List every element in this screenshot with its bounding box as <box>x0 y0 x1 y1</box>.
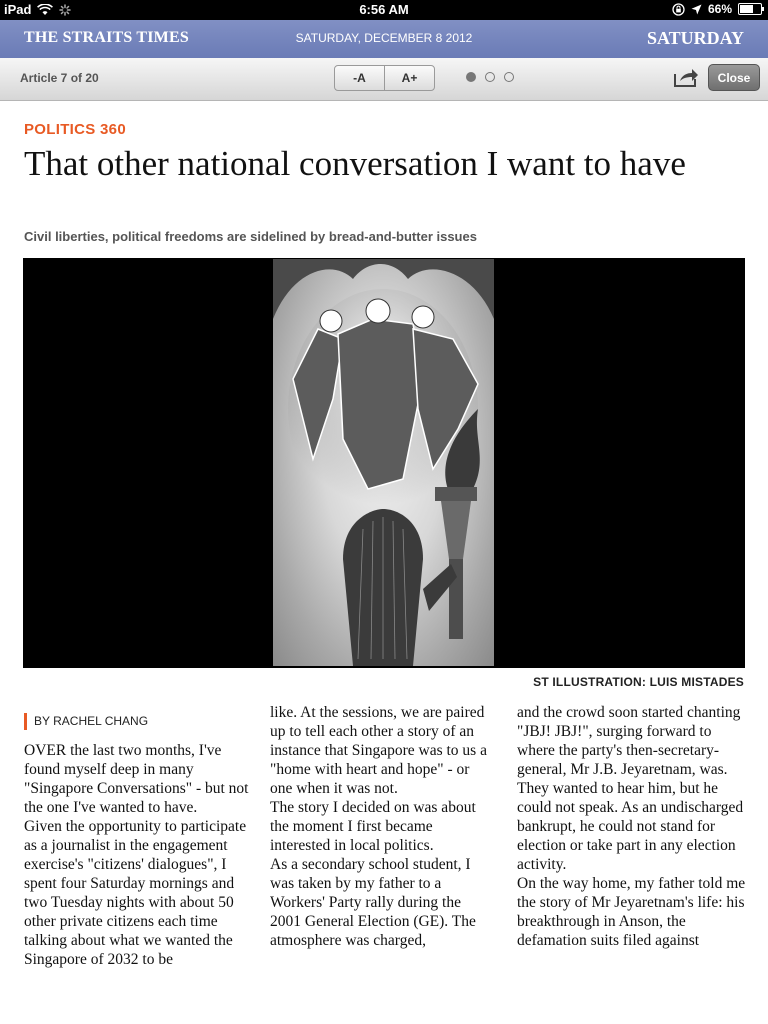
reader-toolbar: Article 7 of 20 -A A+ Close <box>0 58 768 101</box>
paragraph: OVER the last two months, I've found mys… <box>24 742 249 816</box>
location-arrow-icon <box>691 4 702 14</box>
paragraph: The story I decided on was about the mom… <box>270 799 476 854</box>
article-headline: That other national conversation I want … <box>24 144 686 183</box>
page-dot[interactable] <box>485 72 495 82</box>
illustration-artwork <box>273 259 494 666</box>
paragraph: and the crowd soon started chanting "JBJ… <box>517 704 744 873</box>
battery-percent: 66% <box>707 2 732 16</box>
page-indicator[interactable] <box>466 72 514 82</box>
byline: BY RACHEL CHANG <box>24 713 148 730</box>
paragraph: On the way home, my father told me the s… <box>517 875 746 949</box>
font-size-control: -A A+ <box>334 65 435 91</box>
article-column-1: OVER the last two months, I've found mys… <box>24 741 254 969</box>
article-counter: Article 7 of 20 <box>20 71 99 85</box>
image-credit: ST ILLUSTRATION: LUIS MISTADES <box>533 675 744 689</box>
close-button[interactable]: Close <box>708 64 760 91</box>
section-label: POLITICS 360 <box>24 121 126 138</box>
article-column-3: and the crowd soon started chanting "JBJ… <box>517 703 747 950</box>
edition-label: SATURDAY <box>646 28 744 48</box>
increase-font-button[interactable]: A+ <box>384 66 434 90</box>
page-dot[interactable] <box>504 72 514 82</box>
masthead: THE STRAITS TIMES SATURDAY, DECEMBER 8 2… <box>0 20 768 58</box>
share-icon[interactable] <box>673 66 699 88</box>
paragraph: As a secondary school student, I was tak… <box>270 856 476 949</box>
article-column-2: like. At the sessions, we are paired up … <box>270 703 495 950</box>
clock: 6:56 AM <box>359 2 409 17</box>
article-illustration[interactable] <box>23 258 745 668</box>
paragraph: like. At the sessions, we are paired up … <box>270 704 487 797</box>
paragraph: Given the opportunity to participate as … <box>24 818 247 968</box>
battery-icon <box>738 3 764 15</box>
page-dot[interactable] <box>466 72 476 82</box>
status-bar: iPad 6:56 AM 66% <box>0 0 768 20</box>
article-subhead: Civil liberties, political freedoms are … <box>24 229 477 244</box>
rotation-lock-icon <box>672 2 685 16</box>
decrease-font-button[interactable]: -A <box>335 66 384 90</box>
